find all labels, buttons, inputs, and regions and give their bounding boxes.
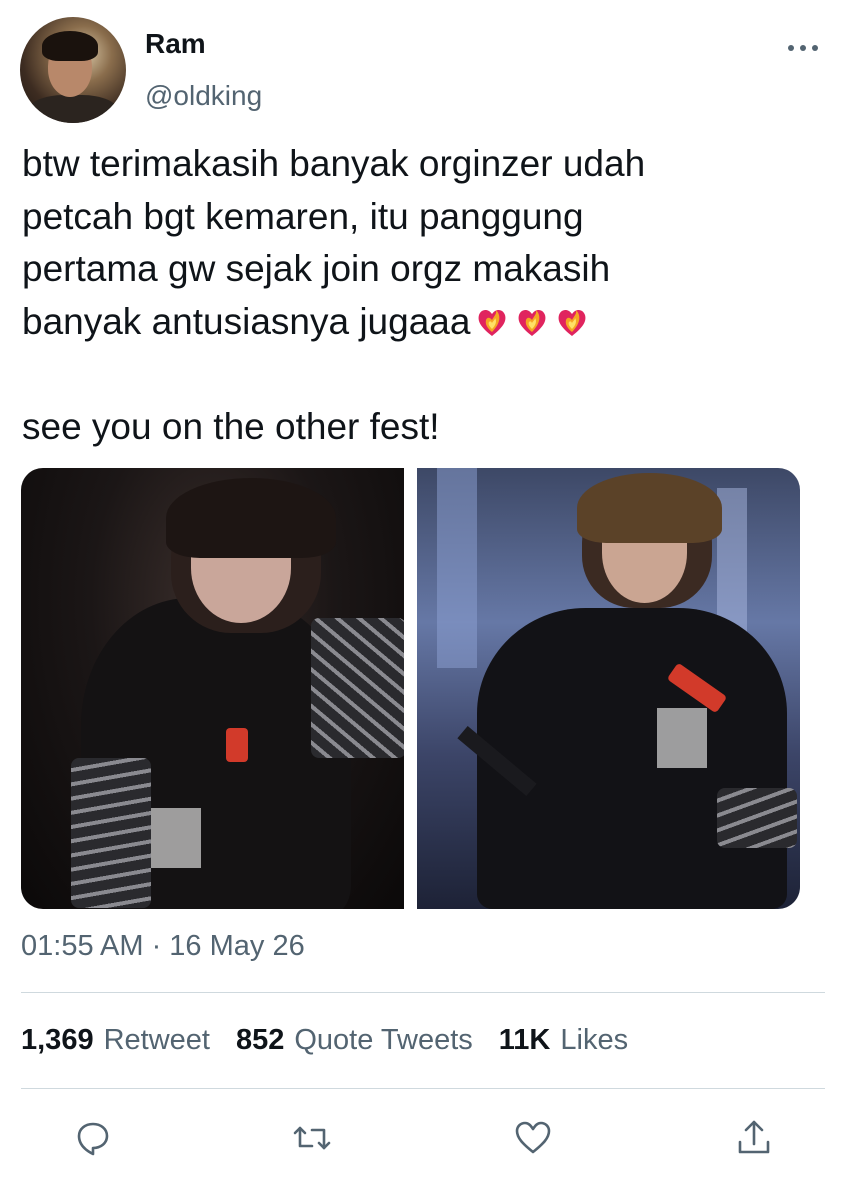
photo-performer-black-shirt[interactable] xyxy=(21,468,404,909)
reply-icon[interactable] xyxy=(73,1118,113,1158)
tweet-timestamp[interactable]: 01:55 AM · 16 May 26 xyxy=(21,930,305,963)
quote-tweet-count[interactable]: 852 Quote Tweets xyxy=(236,1024,473,1057)
display-name[interactable]: Ram xyxy=(145,28,206,60)
tweet-stats: 1,369 Retweet 852 Quote Tweets 11K Likes xyxy=(21,1024,628,1057)
retweet-icon[interactable] xyxy=(292,1118,332,1158)
media-grid xyxy=(21,468,800,909)
retweet-count[interactable]: 1,369 Retweet xyxy=(21,1024,210,1057)
photo-performer-microphone[interactable] xyxy=(417,468,800,909)
divider xyxy=(21,992,825,993)
share-icon[interactable] xyxy=(734,1118,774,1158)
avatar-body xyxy=(28,95,118,123)
heart-on-fire-icon xyxy=(559,309,586,336)
heart-on-fire-icon xyxy=(479,309,506,336)
user-handle[interactable]: @oldking xyxy=(145,80,262,112)
likes-count[interactable]: 11K Likes xyxy=(499,1024,628,1057)
divider xyxy=(21,1088,825,1089)
like-icon[interactable] xyxy=(513,1118,553,1158)
avatar-hair xyxy=(42,31,98,61)
tweet-second-line: see you on the other fest! xyxy=(22,405,440,447)
retweet-label: Retweet xyxy=(103,1024,210,1056)
action-bar xyxy=(0,1118,846,1158)
retweet-number: 1,369 xyxy=(21,1024,94,1056)
avatar[interactable] xyxy=(20,17,126,123)
more-options-icon[interactable] xyxy=(788,38,818,58)
tweet-text: btw terimakasih banyak orginzer udah pet… xyxy=(22,138,822,453)
tweet-body: btw terimakasih banyak orginzer udah pet… xyxy=(22,143,646,342)
likes-number: 11K xyxy=(498,1024,551,1056)
heart-on-fire-icon xyxy=(519,309,546,336)
likes-label: Likes xyxy=(560,1024,629,1056)
quote-number: 852 xyxy=(235,1024,285,1056)
quote-label: Quote Tweets xyxy=(294,1024,473,1056)
tweet-card: Ram @oldking btw terimakasih banyak orgi… xyxy=(0,0,846,1200)
